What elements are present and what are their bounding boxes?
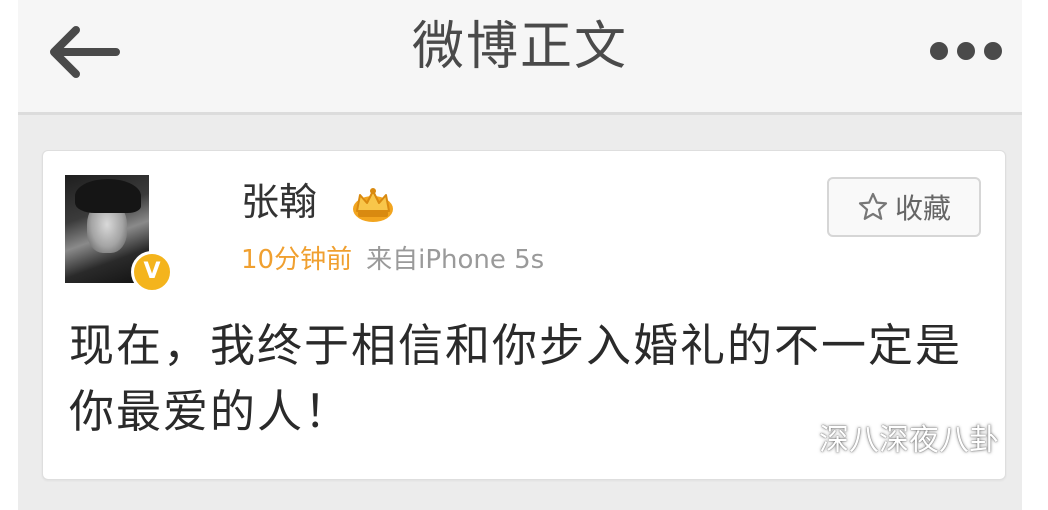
star-icon: [858, 192, 888, 220]
verified-badge: V: [131, 251, 173, 293]
watermark: 深八深夜八卦: [773, 415, 999, 459]
post-source: 来自iPhone 5s: [366, 245, 545, 275]
dot: [930, 42, 948, 60]
dot: [984, 42, 1002, 60]
more-dots-icon[interactable]: [930, 38, 1002, 64]
weibo-screen: 微博正文 V 张翰 10分钟前 来自iPhone 5s 收藏 现在，我终于相信和…: [18, 0, 1022, 510]
username[interactable]: 张翰: [241, 177, 317, 227]
favorite-button[interactable]: 收藏: [827, 177, 981, 237]
post-meta: 10分钟前 来自iPhone 5s: [241, 243, 544, 277]
wechat-icon: [773, 422, 811, 451]
top-navbar: 微博正文: [18, 0, 1022, 115]
crown-icon[interactable]: [351, 185, 395, 223]
dot: [957, 42, 975, 60]
post-time: 10分钟前: [241, 245, 353, 275]
watermark-text: 深八深夜八卦: [819, 423, 999, 458]
favorite-label: 收藏: [894, 192, 951, 225]
post-card: V 张翰 10分钟前 来自iPhone 5s 收藏 现在，我终于相信和你步入婚礼的…: [42, 150, 1006, 480]
avatar-hair: [75, 179, 141, 213]
page-title: 微博正文: [411, 17, 628, 77]
